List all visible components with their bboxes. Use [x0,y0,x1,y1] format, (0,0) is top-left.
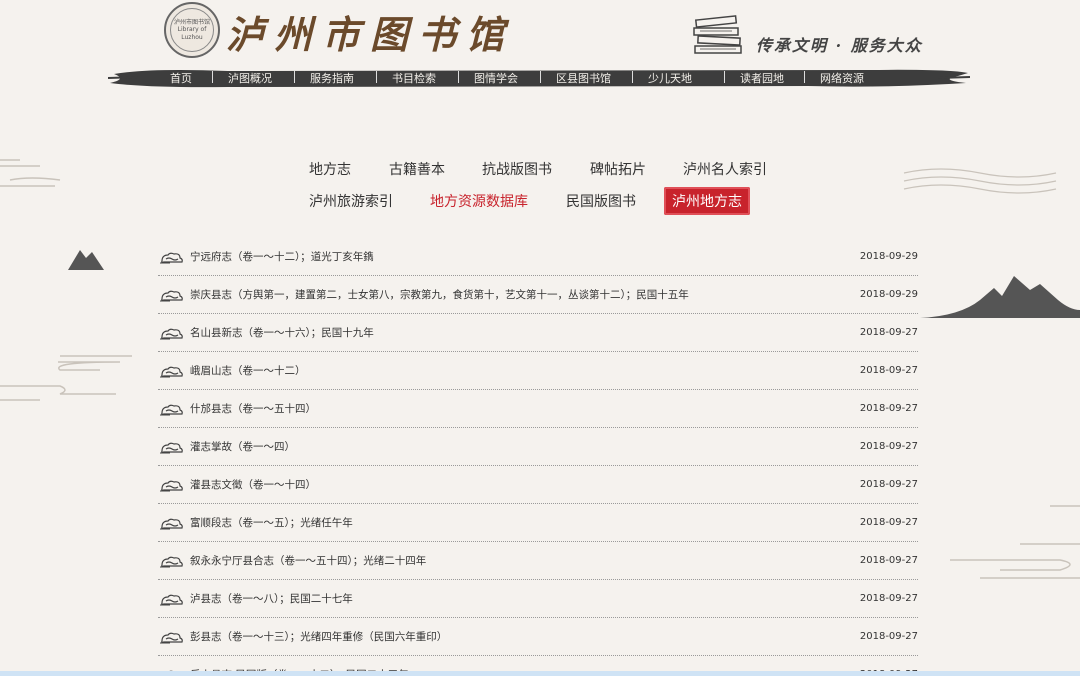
list-item[interactable]: 宁远府志（卷一～十二）；道光丁亥年鐫 2018-09-29 [158,238,918,276]
list-item-title[interactable]: 名山县新志（卷一～十六）；民国十九年 [190,325,848,340]
list-item-title[interactable]: 峨眉山志（卷一～十二） [190,363,848,378]
nav-item-6[interactable]: 少儿天地 [648,70,692,86]
list-item[interactable]: 名山县新志（卷一～十六）；民国十九年 2018-09-27 [158,314,918,352]
list-item[interactable]: 灌县志文徵（卷一～十四） 2018-09-27 [158,466,918,504]
category-tab[interactable]: 地方志 [309,159,351,179]
nav-item-7[interactable]: 读者园地 [740,70,784,86]
list-item[interactable]: 泸县志（卷一～八）；民国二十七年 2018-09-27 [158,580,918,618]
list-item-date: 2018-09-27 [859,403,918,414]
auspicious-cloud-icon [160,516,184,530]
list-item-title[interactable]: 泸县志（卷一～八）；民国二十七年 [190,591,848,606]
mountain-left [68,250,104,270]
category-tab[interactable]: 民国版图书 [566,191,636,211]
auspicious-cloud-icon [160,326,184,340]
cloud-swirl-left-2 [0,355,132,401]
list-item-date: 2018-09-29 [859,289,918,300]
list-item-date: 2018-09-27 [859,517,918,528]
list-item-title[interactable]: 彭县志（卷一～十三）；光绪四年重修（民国六年重印） [190,629,848,644]
list-item[interactable]: 什邡县志（卷一～五十四） 2018-09-27 [158,390,918,428]
list-item-title[interactable]: 崇庆县志（方舆第一，建置第二，士女第八，宗教第九，食货第十，艺文第十一，丛谈第十… [190,287,848,302]
nav-item-3[interactable]: 书目检索 [392,70,436,86]
nav-item-8[interactable]: 网络资源 [820,70,864,86]
category-tab[interactable]: 抗战版图书 [482,159,552,179]
list-item[interactable]: 叙永永宁厅县合志（卷一～五十四）；光绪二十四年 2018-09-27 [158,542,918,580]
auspicious-cloud-icon [160,364,184,378]
mountain-right [920,276,1080,318]
nav-separator [212,71,213,83]
nav-item-2[interactable]: 服务指南 [310,70,354,86]
list-item-title[interactable]: 灌县志文徵（卷一～十四） [190,477,848,492]
list-item-title[interactable]: 叙永永宁厅县合志（卷一～五十四）；光绪二十四年 [190,553,848,568]
library-name-logo[interactable]: 泸州市图书馆 [226,4,514,59]
list-item-title[interactable]: 宁远府志（卷一～十二）；道光丁亥年鐫 [190,249,848,264]
list-item-date: 2018-09-27 [859,365,918,376]
slogan: 传承文明 · 服务大众 [756,36,923,55]
auspicious-cloud-icon [160,288,184,302]
nav-separator [632,71,633,83]
auspicious-cloud-icon [160,592,184,606]
list-item-date: 2018-09-27 [859,593,918,604]
list-item-date: 2018-09-27 [859,327,918,338]
library-seal-logo[interactable]: 泸州市图书馆 Library of Luzhou [164,2,220,58]
window-bottom-edge [0,671,1080,676]
category-tab[interactable]: 碑帖拓片 [590,159,646,179]
record-list: 宁远府志（卷一～十二）；道光丁亥年鐫 2018-09-29 崇庆县志（方舆第一，建置… [158,238,918,676]
list-item[interactable]: 彭县志（卷一～十三）；光绪四年重修（民国六年重印） 2018-09-27 [158,618,918,656]
list-item[interactable]: 富顺段志（卷一～五）；光绪任午年 2018-09-27 [158,504,918,542]
list-item[interactable]: 峨眉山志（卷一～十二） 2018-09-27 [158,352,918,390]
category-tab[interactable]: 地方资源数据库 [430,191,528,211]
books-icon [693,15,742,54]
category-tabs: 地方志 古籍善本 抗战版图书 碑帖拓片 泸州名人索引泸州旅游索引 地方资源数据库 民国版图书… [0,150,1080,220]
site-header: 泸州市图书馆 Library of Luzhou 泸州市图书馆 传承文明 · 服… [0,0,1080,100]
nav-separator [804,71,805,83]
list-item-date: 2018-09-27 [859,555,918,566]
auspicious-cloud-icon [160,478,184,492]
nav-item-0[interactable]: 首页 [170,70,192,86]
nav-separator [724,71,725,83]
auspicious-cloud-icon [160,402,184,416]
nav-item-4[interactable]: 图情学会 [474,70,518,86]
list-item-date: 2018-09-29 [859,251,918,262]
nav-separator [294,71,295,83]
nav-separator [376,71,377,83]
seal-text-cn: 泸州市图书馆 [173,19,210,27]
auspicious-cloud-icon [160,250,184,264]
nav-separator [458,71,459,83]
nav-item-5[interactable]: 区县图书馆 [556,70,611,86]
cloud-swirl-right-2 [950,505,1080,579]
list-item-date: 2018-09-27 [859,441,918,452]
list-item[interactable]: 灌志掌故（卷一～四） 2018-09-27 [158,428,918,466]
list-item-title[interactable]: 灌志掌故（卷一～四） [190,439,848,454]
main-nav: 首页 泸图概况 服务指南 书目检索 图情学会 区县图书馆 少儿天地 读者园地 网络资源 [108,66,970,90]
category-tab[interactable]: 古籍善本 [389,159,445,179]
nav-item-1[interactable]: 泸图概况 [228,70,272,86]
seal-text-en: Library of Luzhou [177,26,207,41]
auspicious-cloud-icon [160,440,184,454]
category-tab[interactable]: 泸州旅游索引 [309,191,393,211]
category-tab[interactable]: 泸州名人索引 [683,159,767,179]
list-item-date: 2018-09-27 [859,479,918,490]
list-item-title[interactable]: 富顺段志（卷一～五）；光绪任午年 [190,515,848,530]
category-tab-active[interactable]: 泸州地方志 [664,187,750,215]
list-item[interactable]: 崇庆县志（方舆第一，建置第二，士女第八，宗教第九，食货第十，艺文第十一，丛谈第十… [158,276,918,314]
auspicious-cloud-icon [160,630,184,644]
list-item-title[interactable]: 什邡县志（卷一～五十四） [190,401,848,416]
auspicious-cloud-icon [160,554,184,568]
nav-separator [540,71,541,83]
list-item-date: 2018-09-27 [859,631,918,642]
